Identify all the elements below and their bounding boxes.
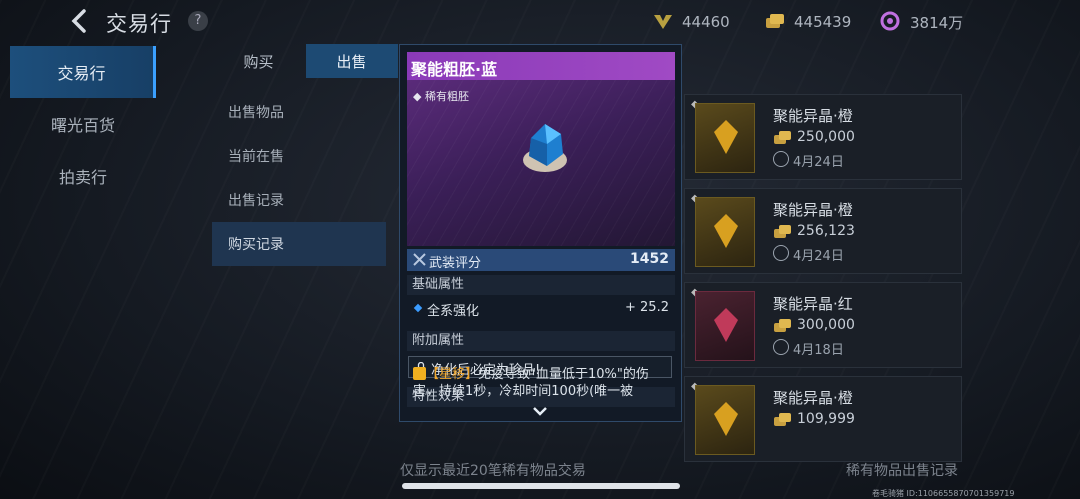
trade-tabs: 购买 出售 [212,44,398,78]
gold-coin-icon [766,14,784,28]
armor-score-label: 武装评分 [429,256,482,271]
clock-icon [773,339,789,355]
item-thumbnail [695,197,755,267]
sidebar-item-trade[interactable]: 交易行 [10,46,156,98]
sidebar-item-auction[interactable]: 拍卖行 [10,150,156,202]
submenu-item-on-sale[interactable]: 当前在售 [212,134,386,178]
top-bar: 交易行 ? 44460 445439 3814万 [0,0,1080,44]
currency-credit: 3814万 [880,11,963,33]
star-shift-icon [413,367,426,380]
crystal-icon [714,402,738,436]
sidebar-item-store[interactable]: 曙光百货 [10,98,156,150]
record-price: 256,123 [797,223,855,239]
sidebar: 交易行 曙光百货 拍卖行 [10,46,156,202]
gold-coin-icon [774,225,791,238]
crystal-icon [714,308,738,342]
currency-rank: 44460 [652,11,730,33]
record-card[interactable]: ◆ 聚能异晶·橙 250,000 4月24日 [684,94,962,180]
bullet-icon [413,303,423,313]
clock-icon [773,245,789,261]
credit-icon [880,11,900,31]
record-list: ◆ 聚能异晶·橙 250,000 4月24日 ◆ 聚能异晶·橙 256,123 … [684,94,962,470]
currency-gold-value: 445439 [794,13,852,31]
record-name: 聚能异晶·橙 [773,201,853,219]
help-icon[interactable]: ? [188,11,208,31]
item-thumbnail [695,291,755,361]
chevron-down-icon[interactable] [532,406,548,418]
tab-sell[interactable]: 出售 [305,44,398,78]
item-thumbnail [695,385,755,455]
record-card[interactable]: ◆ 聚能异晶·橙 109,999 [684,376,962,462]
rare-sell-history-link[interactable]: 稀有物品出售记录 [846,460,958,480]
submenu-item-sell-history[interactable]: 出售记录 [212,178,386,222]
currency-rank-value: 44460 [682,13,730,31]
sell-submenu: 出售物品 当前在售 出售记录 购买记录 [212,90,386,266]
record-price: 109,999 [797,411,855,427]
trait-effect: 【星移】免疫导致"血量低于10%"的伤害，持续1秒，冷却时间100秒(唯一被 [413,366,669,400]
currency-gold: 445439 [764,11,851,33]
blue-crystal-icon [523,124,567,172]
item-thumbnail [695,103,755,173]
submenu-item-buy-history[interactable]: 购买记录 [212,222,386,266]
base-attr-heading: 基础属性 [407,275,675,295]
crystal-icon [714,214,738,248]
back-arrow-icon[interactable] [68,8,92,34]
page-title: 交易行 [106,12,172,36]
item-rarity-label: 稀有粗胚 [424,90,469,103]
gold-coin-icon [774,131,791,144]
record-name: 聚能异晶·红 [773,295,853,313]
record-price: 250,000 [797,129,855,145]
record-date: 4月18日 [793,343,844,358]
item-name-header: 聚能粗胚·蓝 [407,52,675,80]
base-attr-label: 全系强化 [427,304,480,319]
armor-score-value: 1452 [630,251,669,267]
rank-badge-icon [654,15,672,29]
crossed-swords-icon [413,253,426,266]
extra-attr-heading: 附加属性 [407,331,675,351]
record-name: 聚能异晶·橙 [773,389,853,407]
item-rarity: ◆ 稀有粗胚 [413,90,469,103]
player-id: 卷毛骑猪 ID:1106655870701359719 [872,489,1015,498]
item-name: 聚能粗胚·蓝 [411,60,498,79]
currency-credit-value: 3814万 [910,13,964,32]
record-date: 4月24日 [793,155,844,170]
tab-buy[interactable]: 购买 [212,44,305,78]
crystal-icon [714,120,738,154]
base-attr-row: 全系强化 + 25.2 [407,295,675,321]
gold-coin-icon [774,319,791,332]
trait-tag: 【星移】 [426,367,479,382]
record-card[interactable]: ◆ 聚能异晶·橙 256,123 4月24日 [684,188,962,274]
footer-note: 仅显示最近20笔稀有物品交易 [400,463,586,479]
armor-score-bar: 武装评分 1452 [407,249,675,271]
base-attr-value: + 25.2 [625,300,669,315]
submenu-item-sell-items[interactable]: 出售物品 [212,90,386,134]
record-name: 聚能异晶·橙 [773,107,853,125]
record-card[interactable]: ◆ 聚能异晶·红 300,000 4月18日 [684,282,962,368]
record-date: 4月24日 [793,249,844,264]
item-image: ◆ 稀有粗胚 [407,80,675,246]
record-price: 300,000 [797,317,855,333]
gold-coin-icon [774,413,791,426]
scrollbar[interactable] [402,483,680,489]
clock-icon [773,151,789,167]
